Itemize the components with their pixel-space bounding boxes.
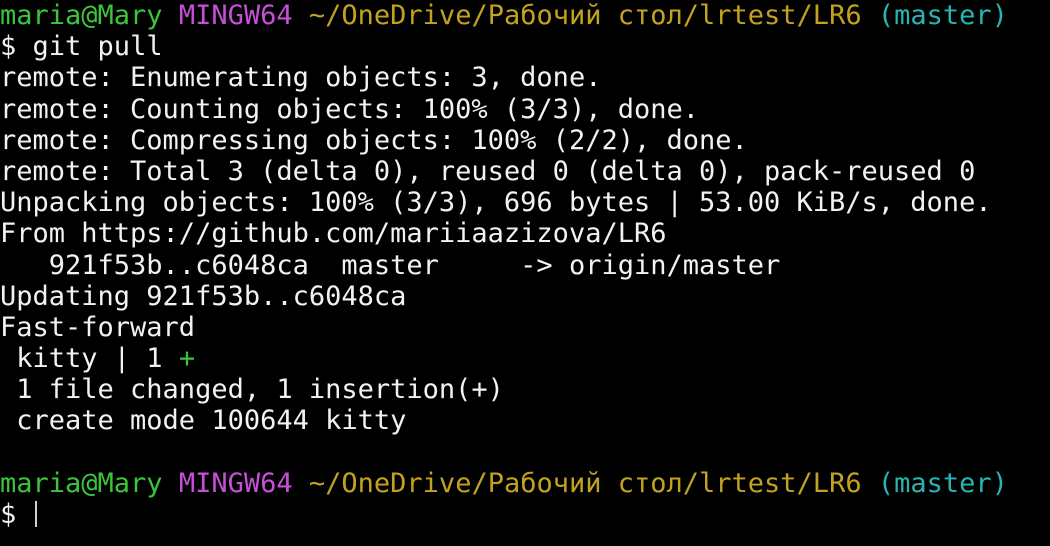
prompt-user: maria@Mary: [0, 0, 163, 31]
prompt-line: maria@Mary MINGW64 ~/OneDrive/Рабочий ст…: [0, 0, 1050, 31]
prompt-env: MINGW64: [178, 467, 293, 499]
output-line: Fast-forward: [0, 311, 196, 343]
summary-line: 1 file changed, 1 insertion(+): [0, 374, 504, 406]
output-line: remote: Total 3 (delta 0), reused 0 (del…: [0, 155, 976, 187]
output-line: remote: Compressing objects: 100% (2/2),…: [0, 124, 748, 156]
output-line: 921f53b..c6048ca master -> origin/master: [0, 249, 781, 281]
prompt-branch: (master): [877, 0, 1008, 31]
input-line[interactable]: $: [0, 499, 1050, 530]
prompt-symbol: $: [0, 31, 17, 63]
output-line: Unpacking objects: 100% (3/3), 696 bytes…: [0, 187, 992, 219]
prompt-env: MINGW64: [178, 0, 293, 31]
summary-line: create mode 100644 kitty: [0, 405, 407, 437]
output-line: remote: Counting objects: 100% (3/3), do…: [0, 93, 699, 125]
text-cursor: [34, 501, 37, 527]
prompt-user: maria@Mary: [0, 467, 163, 499]
output-line: remote: Enumerating objects: 3, done.: [0, 62, 602, 94]
diffstat-line: kitty | 1 +: [0, 343, 1050, 374]
prompt-line: maria@Mary MINGW64 ~/OneDrive/Рабочий ст…: [0, 468, 1050, 499]
command-line: $ git pull: [0, 31, 1050, 62]
output-line: From https://github.com/mariiaazizova/LR…: [0, 218, 667, 250]
command-text: git pull: [32, 31, 163, 63]
terminal-window[interactable]: maria@Mary MINGW64 ~/OneDrive/Рабочий ст…: [0, 0, 1050, 546]
diffstat-plus: +: [178, 343, 196, 375]
prompt-branch: (master): [877, 467, 1008, 499]
prompt-symbol: $: [0, 499, 17, 530]
diffstat-text: kitty | 1: [0, 343, 179, 375]
output-line: Updating 921f53b..c6048ca: [0, 280, 407, 312]
prompt-path: ~/OneDrive/Рабочий стол/lrtest/LR6: [308, 0, 862, 31]
prompt-path: ~/OneDrive/Рабочий стол/lrtest/LR6: [308, 467, 862, 499]
